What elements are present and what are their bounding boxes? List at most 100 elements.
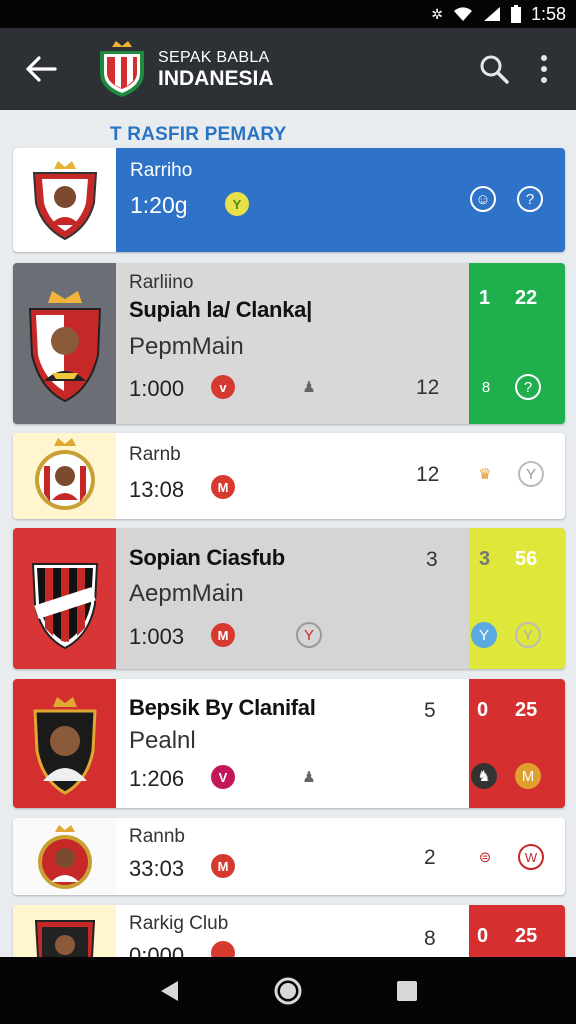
status-badge: M — [211, 854, 235, 878]
app-title-line2: INDANESIA — [158, 66, 274, 90]
status-badge: M — [211, 623, 235, 647]
more-vert-icon — [541, 55, 547, 61]
score-points: 22 — [515, 287, 538, 309]
club-crest — [13, 433, 116, 519]
right-icon-2: ? — [517, 186, 543, 212]
recents-square-icon — [396, 980, 417, 1001]
card-body: Rannb 33:03 M 2 ⊜ W — [116, 818, 565, 895]
card-subtitle: AepmMain — [129, 580, 244, 607]
back-triangle-icon — [161, 980, 179, 1001]
club-crest-icon — [34, 438, 95, 510]
club-card-6[interactable]: Rannb 33:03 M 2 ⊜ W — [13, 818, 565, 895]
card-label: Rarliino — [129, 272, 194, 293]
card-subtitle: PepmMain — [129, 333, 244, 360]
signal-icon — [483, 7, 500, 21]
side-icon-2: Y — [515, 622, 541, 648]
side-icon-1: Y — [471, 622, 497, 648]
club-crest — [13, 818, 116, 895]
score-points: 56 — [515, 548, 538, 570]
card-time: 1:206 — [129, 766, 185, 791]
search-icon — [480, 55, 509, 84]
nav-recents-button[interactable] — [389, 973, 425, 1009]
right-icon-2: W — [518, 844, 544, 870]
card-label: Rarriho — [130, 160, 193, 181]
side-icon-2: M — [515, 763, 541, 789]
battery-icon — [510, 5, 521, 23]
card-body: Sopian Ciasfub AepmMain 1:003 M Y 3 — [116, 528, 469, 669]
status-bar: ✲ 1:58 — [0, 0, 576, 28]
side-icon-1: 8 — [481, 378, 491, 396]
club-crest — [13, 528, 116, 669]
wifi-icon — [453, 7, 472, 21]
club-crest-icon — [32, 696, 97, 795]
home-circle-icon — [274, 977, 302, 1004]
score-points: 25 — [515, 925, 538, 947]
player-icon: ♟ — [302, 769, 316, 786]
score-panel: 3 56 Y Y — [469, 528, 565, 669]
score-rank: 1 — [479, 287, 491, 309]
status-badge: V — [211, 765, 235, 789]
card-time: 13:08 — [129, 477, 185, 502]
section-title: T RASFIR PEMARY — [110, 124, 287, 145]
card-count: 12 — [416, 463, 440, 486]
club-crest-icon — [32, 161, 97, 241]
card-body: Rarriho 1:20g Y ☺ ? — [116, 148, 565, 252]
search-button[interactable] — [472, 47, 516, 91]
status-time: 1:58 — [530, 3, 566, 24]
club-crest-icon — [31, 562, 98, 649]
card-label: Rannb — [129, 826, 185, 847]
score-points: 25 — [515, 699, 538, 721]
side-icon-1: ♞ — [471, 763, 497, 789]
back-button[interactable] — [16, 44, 66, 94]
club-crest — [13, 148, 116, 252]
club-crest — [13, 263, 116, 424]
app-title: SEPAK BABLA INDANESIA — [158, 49, 274, 90]
club-card-5[interactable]: Bepsik By Clanifal Pealnl 1:206 V ♟ 5 0 … — [13, 679, 565, 808]
app-bar: SEPAK BABLA INDANESIA — [0, 28, 576, 110]
nfc-icon: ✲ — [431, 5, 443, 22]
time-badge-icon: Y — [225, 192, 249, 216]
score-rank: 0 — [477, 925, 489, 947]
club-card-1[interactable]: Rarriho 1:20g Y ☺ ? — [13, 148, 565, 252]
system-nav-bar — [0, 957, 576, 1024]
club-card-2[interactable]: Rarliino Supiah la/ Clanka| PepmMain 1:0… — [13, 263, 565, 424]
right-icon-1: ⊜ — [478, 849, 492, 866]
card-label: Rarkig Club — [129, 913, 229, 934]
card-count: 3 — [426, 548, 438, 571]
card-title: Bepsik By Clanifal — [129, 695, 316, 720]
status-badge: v — [211, 375, 235, 399]
nav-home-button[interactable] — [270, 973, 306, 1009]
club-card-3[interactable]: Rarnb 13:08 M 12 ♛ Y — [13, 433, 565, 519]
more-options-button[interactable] — [524, 47, 564, 91]
card-title: Supiah la/ Clanka| — [129, 297, 312, 322]
card-body: Rarnb 13:08 M 12 ♛ Y — [116, 433, 565, 519]
card-body: Bepsik By Clanifal Pealnl 1:206 V ♟ 5 — [116, 679, 469, 808]
score-panel: 0 25 ♞ M — [469, 679, 565, 808]
card-time: 1:000 — [129, 376, 185, 401]
card-time: 1:003 — [129, 624, 185, 649]
right-icon-1: ♛ — [478, 466, 492, 483]
club-crest-icon — [28, 290, 101, 402]
player-icon: ♟ — [302, 379, 316, 396]
score-panel: 1 22 8 ? — [469, 263, 565, 424]
club-logo-icon — [100, 41, 144, 97]
card-title: Sopian Ciasfub — [129, 545, 285, 570]
card-time: 1:20g — [130, 192, 188, 218]
score-rank: 0 — [477, 699, 489, 721]
card-count: 8 — [424, 927, 436, 950]
back-arrow-icon — [26, 56, 57, 82]
side-icon-2: ? — [515, 374, 541, 400]
club-crest — [13, 679, 116, 808]
club-card-4[interactable]: Sopian Ciasfub AepmMain 1:003 M Y 3 3 56… — [13, 528, 565, 669]
score-rank: 3 — [479, 548, 491, 570]
card-body: Rarliino Supiah la/ Clanka| PepmMain 1:0… — [116, 263, 469, 424]
status-badge: M — [211, 475, 235, 499]
right-icon-2: Y — [518, 461, 544, 487]
card-count: 2 — [424, 846, 436, 869]
card-subtitle: Pealnl — [129, 727, 196, 754]
card-count: 5 — [424, 699, 436, 722]
nav-back-button[interactable] — [151, 973, 187, 1009]
card-time: 33:03 — [129, 856, 185, 881]
card-label: Rarnb — [129, 444, 181, 465]
club-crest-icon — [37, 824, 92, 889]
